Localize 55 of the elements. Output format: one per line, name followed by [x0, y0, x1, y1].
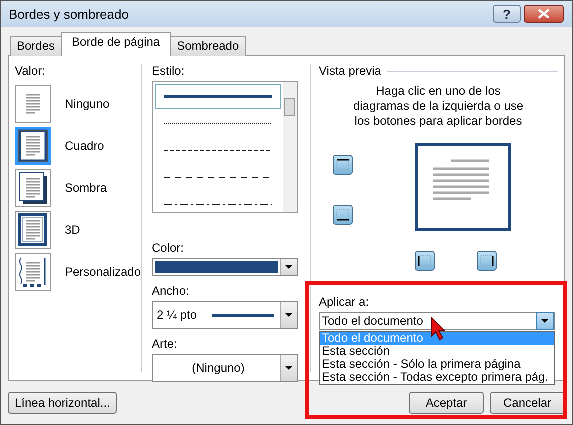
border-toggle-button[interactable] [477, 251, 497, 271]
cursor-icon [431, 317, 447, 341]
art-dropdown[interactable]: (Ninguno) [152, 354, 298, 382]
setting-option-button[interactable] [15, 253, 51, 291]
dialog-button[interactable]: Cancelar [490, 392, 565, 414]
line-style-option[interactable] [155, 84, 281, 109]
tab[interactable]: Borde de página [61, 32, 172, 56]
setting-option-label: Ninguno [65, 97, 110, 111]
apply-to-option[interactable]: Esta sección - Sólo la primera página [320, 358, 554, 371]
page-icon [18, 213, 48, 247]
line-sample-icon [164, 148, 272, 152]
caret-icon [285, 366, 293, 370]
preview-hint: Haga clic en uno de los diagramas de la izquierda o use los botones para aplicar bordes [352, 84, 524, 129]
line-sample-icon [164, 202, 272, 206]
setting-option-button[interactable] [15, 169, 51, 207]
line-sample-icon [164, 94, 272, 98]
caret-icon [285, 265, 293, 269]
tab[interactable]: Bordes [10, 36, 62, 56]
apply-to-option[interactable]: Esta sección [320, 345, 554, 358]
apply-to-label: Aplicar a: [319, 295, 370, 309]
border-toggle-button[interactable] [333, 205, 353, 225]
dialog-button[interactable]: Línea horizontal... [8, 392, 118, 414]
help-button[interactable]: ? [493, 5, 521, 23]
setting-option-label: Cuadro [65, 139, 104, 153]
setting-option-label: Personalizado [64, 265, 141, 279]
setting-label: Valor: [15, 64, 46, 78]
line-sample-icon [164, 176, 272, 180]
caret-icon [541, 319, 549, 323]
line-sample-icon [164, 122, 272, 126]
scrollbar[interactable] [283, 82, 297, 212]
border-toggle-button[interactable] [333, 155, 353, 175]
apply-to-dropdown[interactable]: Todo el documento [319, 312, 555, 330]
line-style-list[interactable] [152, 81, 298, 213]
setting-option-button[interactable] [15, 127, 51, 165]
apply-to-option[interactable]: Esta sección - Todas excepto primera pág. [320, 371, 554, 384]
art-label: Arte: [152, 337, 178, 351]
preview-label: Vista previa [319, 64, 382, 78]
color-label: Color: [152, 241, 186, 255]
color-dropdown[interactable] [152, 258, 298, 276]
window-title: Bordes y sombreado [9, 6, 129, 22]
border-toggle-button[interactable] [415, 251, 435, 271]
page-icon [18, 255, 48, 289]
tab[interactable]: Sombreado [170, 36, 246, 56]
style-label: Estilo: [152, 64, 186, 78]
page-icon [18, 129, 48, 163]
setting-option-label: Sombra [65, 181, 108, 195]
dialog-button[interactable]: Aceptar [409, 392, 484, 414]
close-button[interactable] [524, 5, 564, 23]
close-icon [537, 9, 551, 19]
width-dropdown[interactable]: 2 ¼ pto [152, 301, 298, 329]
setting-option-label: 3D [65, 223, 80, 237]
setting-option-button[interactable] [15, 211, 51, 249]
caret-icon [285, 313, 293, 317]
width-label: Ancho: [152, 284, 190, 298]
page-icon [18, 171, 48, 205]
